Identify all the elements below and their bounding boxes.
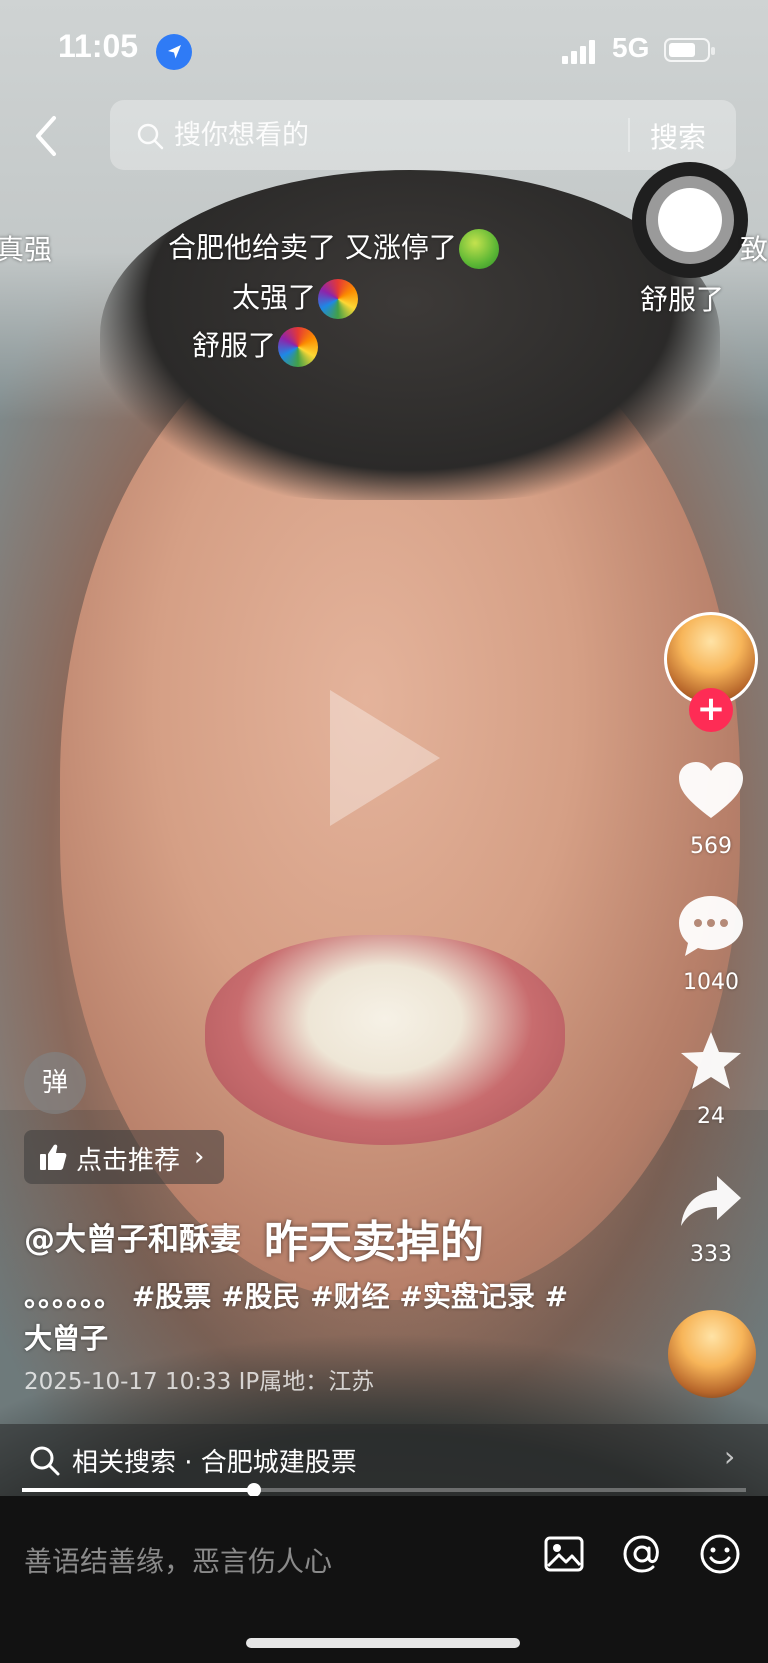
star-icon [681,1032,741,1089]
battery-icon [664,38,715,62]
image-icon[interactable] [542,1532,586,1576]
emoji-icon [278,327,319,367]
status-time: 11:05 [58,28,139,64]
progress-fill [22,1488,254,1492]
floating-record-button[interactable] [632,162,748,278]
chevron-right-icon: › [194,1142,205,1172]
like-count: 569 [690,834,732,859]
like-button[interactable]: 569 [664,760,758,859]
search-divider [628,118,630,152]
location-arrow-icon [156,34,192,70]
author-name[interactable]: @大曾子和酥妻 [24,1214,241,1259]
music-disc[interactable] [668,1310,756,1398]
emoji-picker-icon[interactable] [698,1532,742,1576]
comment-bar [0,1496,768,1663]
related-search-bar[interactable]: 相关搜索 · 合肥城建股票 › [0,1424,768,1496]
emoji-icon [458,229,499,269]
danmaku-comment: 太强了 [232,276,359,319]
danmaku-comment: 舒服了 [640,283,725,316]
recommend-button[interactable]: 点击推荐 › [24,1130,224,1184]
search-icon [30,1446,60,1476]
comment-count: 1040 [683,970,739,995]
search-bar[interactable]: 搜索 [110,100,736,170]
danmaku-comment: 合肥他给卖了 又涨停了 [168,226,499,269]
network-type: 5G [612,32,650,63]
comment-input[interactable] [24,1536,524,1586]
favorite-count: 24 [697,1104,725,1129]
cellular-signal-icon [562,40,595,64]
follow-plus-icon[interactable]: + [689,688,733,732]
share-arrow-icon [681,1176,741,1226]
danmaku-comment: 致 [740,233,768,266]
danmaku-comment: 真强 [0,233,53,266]
search-input[interactable] [174,114,624,156]
comment-bubble-icon [679,896,743,956]
comment-button[interactable]: 1040 [664,894,758,995]
video-description[interactable]: 。。。。。。 #股票 #股民 #财经 #实盘记录 #大曾子 [24,1276,594,1360]
search-button[interactable]: 搜索 [650,116,706,156]
search-icon [137,123,164,150]
recommend-label: 点击推荐 [76,1146,181,1176]
status-bar: 11:05 5G [0,0,768,100]
danmaku-toggle-button[interactable]: 弹 [24,1052,86,1114]
related-search-text: 相关搜索 · 合肥城建股票 [72,1448,357,1478]
favorite-button[interactable]: 24 [664,1030,758,1129]
chevron-right-icon: › [724,1440,736,1473]
home-indicator [246,1638,520,1648]
danmaku-comment: 舒服了 [192,324,319,367]
at-mention-icon[interactable] [620,1532,664,1576]
video-mouth [205,935,565,1145]
playback-progress-bar[interactable] [22,1483,746,1497]
emoji-icon [318,279,359,319]
back-chevron-icon[interactable] [24,108,68,164]
play-icon[interactable] [330,690,440,826]
video-meta: 2025-10-17 10:33 IP属地：江苏 [24,1369,375,1395]
share-button[interactable]: 333 [664,1174,758,1267]
video-title: 昨天卖掉的 [264,1217,484,1268]
thumbs-up-icon [40,1144,67,1170]
heart-icon [679,762,743,818]
share-count: 333 [690,1242,732,1267]
progress-knob[interactable] [246,1483,261,1497]
